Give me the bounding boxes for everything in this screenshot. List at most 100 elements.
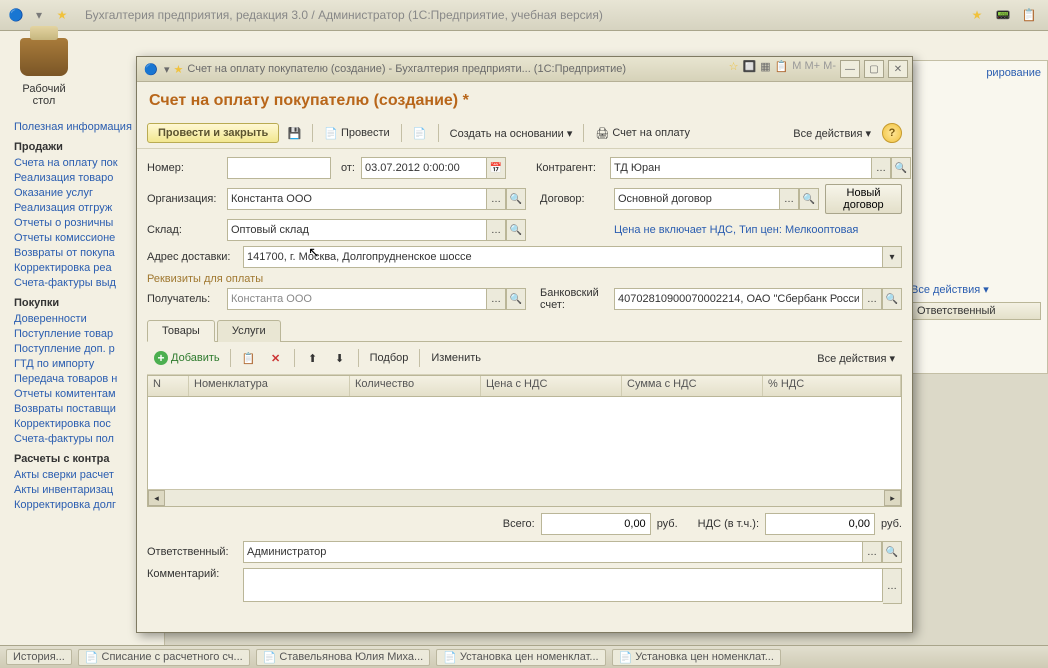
search-icon[interactable]: 🔍 — [882, 288, 902, 310]
select-icon[interactable]: … — [487, 188, 506, 210]
comment-field[interactable] — [243, 568, 883, 602]
search-icon[interactable]: 🔍 — [882, 541, 902, 563]
history-button[interactable]: История... — [6, 649, 72, 665]
sidebar-item[interactable]: Отчеты комиссионе — [14, 232, 146, 244]
col-qty[interactable]: Количество — [350, 376, 481, 396]
post-button[interactable]: 📄Провести — [319, 125, 394, 142]
dropdown-icon[interactable]: ▾ — [883, 246, 902, 268]
new-contract-button[interactable]: Новый договор — [825, 184, 902, 214]
sidebar-item[interactable]: Отчеты комитентам — [14, 388, 146, 400]
select-icon[interactable]: … — [883, 568, 902, 604]
select-icon[interactable]: … — [780, 188, 799, 210]
search-icon[interactable]: 🔍 — [799, 188, 819, 210]
search-icon[interactable]: 🔍 — [506, 188, 526, 210]
items-grid[interactable]: N Номенклатура Количество Цена с НДС Сум… — [147, 375, 902, 507]
sidebar-item[interactable]: Отчеты о розничны — [14, 217, 146, 229]
copy-icon[interactable]: 📋 — [237, 347, 261, 369]
all-actions-right[interactable]: Все действия ▾ — [911, 283, 1041, 296]
sidebar-item[interactable]: Возвраты поставщи — [14, 403, 146, 415]
pick-button[interactable]: Подбор — [365, 350, 414, 366]
sidebar-item[interactable]: Корректировка пос — [14, 418, 146, 430]
help-icon[interactable]: ? — [882, 123, 902, 143]
report-icon[interactable]: 📄 — [408, 122, 432, 144]
sidebar-item[interactable]: Возвраты от покупа — [14, 247, 146, 259]
number-field[interactable] — [227, 157, 331, 179]
col-nomenclature[interactable]: Номенклатура — [189, 376, 350, 396]
close-icon[interactable]: ✕ — [888, 60, 908, 78]
date-field[interactable] — [361, 157, 487, 179]
org-field[interactable] — [227, 188, 487, 210]
move-up-icon[interactable]: ⬆ — [301, 347, 325, 369]
scroll-right-icon[interactable]: ▸ — [884, 490, 901, 506]
calendar-icon[interactable]: 📅 — [487, 157, 506, 179]
select-icon[interactable]: … — [863, 288, 882, 310]
taskbar-item[interactable]: 📄Установка цен номенклат... — [436, 649, 605, 666]
tab-goods[interactable]: Товары — [147, 320, 215, 342]
sidebar-item[interactable]: Доверенности — [14, 313, 146, 325]
receiver-field[interactable] — [227, 288, 487, 310]
bank-field[interactable] — [614, 288, 863, 310]
scroll-left-icon[interactable]: ◂ — [148, 490, 165, 506]
minimize-icon[interactable]: — — [840, 60, 860, 78]
sidebar-item[interactable]: Реализация товаро — [14, 172, 146, 184]
select-icon[interactable]: … — [487, 219, 506, 241]
dropdown-icon[interactable]: ▾ — [29, 5, 49, 25]
taskbar-item[interactable]: 📄Списание с расчетного сч... — [78, 649, 250, 666]
sidebar-item[interactable]: ГТД по импорту — [14, 358, 146, 370]
save-icon[interactable]: 💾 — [282, 122, 306, 144]
desktop-button[interactable]: Рабочий стол — [20, 38, 68, 107]
calc-icon[interactable]: 📟 — [993, 5, 1013, 25]
col-sum[interactable]: Сумма с НДС — [622, 376, 763, 396]
search-icon[interactable]: 🔍 — [506, 219, 526, 241]
maximize-icon[interactable]: ▢ — [864, 60, 884, 78]
cal-icon[interactable]: 📋 — [775, 60, 789, 78]
change-button[interactable]: Изменить — [426, 350, 486, 366]
sidebar-item[interactable]: Корректировка реа — [14, 262, 146, 274]
address-field[interactable] — [243, 246, 883, 268]
select-icon[interactable]: … — [487, 288, 506, 310]
fav-icon[interactable]: ☆ — [729, 60, 739, 78]
star-icon[interactable]: ★ — [52, 5, 72, 25]
search-icon[interactable]: 🔍 — [506, 288, 526, 310]
sidebar-item[interactable]: Счета-фактуры выд — [14, 277, 146, 289]
warehouse-field[interactable] — [227, 219, 487, 241]
price-type-link[interactable]: Цена не включает НДС, Тип цен: Мелкоопто… — [614, 224, 858, 236]
sidebar-item[interactable]: Поступление товар — [14, 328, 146, 340]
taskbar-item[interactable]: 📄Установка цен номенклат... — [612, 649, 781, 666]
useful-info-link[interactable]: Полезная информация — [14, 121, 146, 133]
tool-icon[interactable]: 🔲 — [742, 60, 756, 78]
col-vat[interactable]: % НДС — [763, 376, 901, 396]
sidebar-item[interactable]: Реализация отгруж — [14, 202, 146, 214]
admin-tab[interactable]: рирование — [911, 67, 1041, 79]
sidebar-item[interactable]: Счета-фактуры пол — [14, 433, 146, 445]
taskbar-item[interactable]: 📄Ставельянова Юлия Миха... — [256, 649, 431, 666]
sidebar-item[interactable]: Поступление доп. р — [14, 343, 146, 355]
col-n[interactable]: N — [148, 376, 189, 396]
col-price[interactable]: Цена с НДС — [481, 376, 622, 396]
sidebar-item[interactable]: Счета на оплату пок — [14, 157, 146, 169]
sidebar-item[interactable]: Передача товаров н — [14, 373, 146, 385]
contract-field[interactable] — [614, 188, 780, 210]
select-icon[interactable]: … — [872, 157, 891, 179]
star-icon[interactable]: ★ — [174, 63, 184, 76]
search-icon[interactable]: 🔍 — [891, 157, 911, 179]
responsible-field[interactable] — [243, 541, 863, 563]
dropdown-icon[interactable]: ▾ — [164, 63, 170, 76]
delete-icon[interactable]: ✕ — [264, 347, 288, 369]
fav-icon[interactable]: ★ — [967, 5, 987, 25]
select-icon[interactable]: … — [863, 541, 882, 563]
all-actions-button[interactable]: Все действия ▾ — [789, 125, 875, 142]
tab-services[interactable]: Услуги — [217, 320, 281, 342]
post-and-close-button[interactable]: Провести и закрыть — [147, 123, 279, 143]
calendar-icon[interactable]: 📋 — [1019, 5, 1039, 25]
sidebar-item[interactable]: Акты сверки расчет — [14, 469, 146, 481]
move-down-icon[interactable]: ⬇ — [328, 347, 352, 369]
sidebar-item[interactable]: Оказание услуг — [14, 187, 146, 199]
sidebar-item[interactable]: Акты инвентаризац — [14, 484, 146, 496]
grid-all-actions[interactable]: Все действия ▾ — [813, 350, 899, 367]
print-invoice-button[interactable]: 🖨Счет на оплату — [590, 125, 695, 142]
add-row-button[interactable]: +Добавить — [150, 349, 224, 367]
contractor-field[interactable] — [610, 157, 872, 179]
create-based-button[interactable]: Создать на основании ▾ — [445, 125, 578, 142]
grid-icon[interactable]: ▦ — [760, 60, 770, 78]
